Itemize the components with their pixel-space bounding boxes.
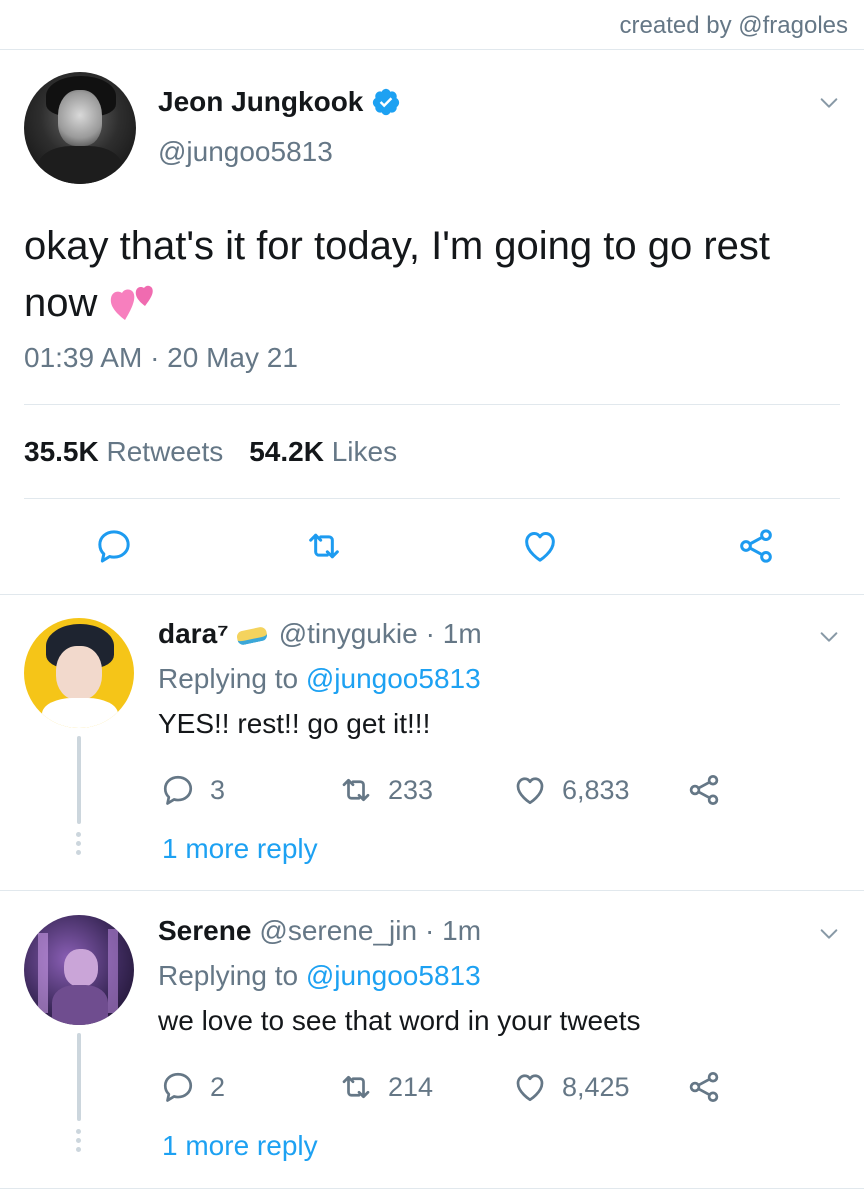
replying-to-link[interactable]: @jungoo5813: [306, 663, 481, 694]
reply-count: 3: [210, 774, 226, 805]
like-button[interactable]: [518, 524, 562, 568]
more-replies-link[interactable]: 1 more reply: [162, 833, 318, 865]
avatar[interactable]: [24, 915, 134, 1025]
heart-icon: [516, 1074, 544, 1102]
chevron-down-icon[interactable]: [818, 923, 840, 945]
verified-badge-icon: [373, 88, 400, 116]
reply-button[interactable]: [92, 524, 136, 568]
likes-count: 54.2K: [249, 436, 324, 467]
retweet-button[interactable]: [302, 524, 346, 568]
thread-line: [77, 736, 81, 824]
retweet-count: 214: [388, 1071, 434, 1102]
like-button[interactable]: 6,833: [512, 772, 630, 808]
retweet-button[interactable]: 214: [338, 1069, 433, 1105]
author-name[interactable]: Jeon Jungkook: [158, 86, 401, 118]
more-replies-link[interactable]: 1 more reply: [162, 1130, 318, 1162]
tweet-text: okay that's it for today, I'm going to g…: [24, 218, 824, 332]
avatar[interactable]: [24, 618, 134, 728]
like-count: 8,425: [562, 1071, 630, 1102]
divider: [0, 49, 864, 50]
replying-to: Replying to @jungoo5813: [158, 960, 481, 992]
reply-button[interactable]: 2: [160, 1069, 225, 1105]
thread-dots: [76, 1129, 82, 1152]
retweets-label: Retweets: [106, 436, 224, 467]
two-hearts-emoji-icon: [110, 285, 153, 320]
tweet-timestamp[interactable]: 01:39 AM · 20 May 21: [24, 342, 298, 374]
retweets-count: 35.5K: [24, 436, 99, 467]
reply-header: dara⁷ @tinygukie · 1m: [158, 618, 482, 650]
divider: [0, 1188, 864, 1189]
retweet-count: 233: [388, 774, 434, 805]
reply-time: · 1m: [425, 618, 482, 649]
reply-author-handle[interactable]: @tinygukie: [279, 618, 418, 650]
likes-label: Likes: [331, 436, 398, 467]
tweet-stats: 35.5K Retweets 54.2K Likes: [24, 436, 397, 468]
chevron-down-icon[interactable]: [818, 626, 840, 648]
likes-stat[interactable]: 54.2K Likes: [249, 436, 397, 468]
author-handle[interactable]: @jungoo5813: [158, 136, 333, 168]
divider: [24, 498, 840, 499]
avatar[interactable]: [24, 72, 136, 184]
share-button[interactable]: [734, 524, 778, 568]
sponge-emoji-icon: [235, 626, 268, 646]
divider: [0, 890, 864, 891]
reply-author-name[interactable]: Serene: [158, 915, 251, 947]
chevron-down-icon[interactable]: [818, 92, 840, 114]
retweet-icon: [309, 533, 339, 559]
author-name-text: Jeon Jungkook: [158, 86, 364, 117]
share-button[interactable]: [686, 1069, 722, 1105]
replying-to: Replying to @jungoo5813: [158, 663, 481, 695]
reply-header: Serene @serene_jin · 1m: [158, 915, 481, 947]
divider: [24, 404, 840, 405]
reply-icon: [163, 775, 193, 805]
reply-time: · 1m: [425, 915, 482, 946]
divider: [0, 594, 864, 595]
heart-icon: [525, 532, 555, 562]
reply-text: we love to see that word in your tweets: [158, 1005, 641, 1036]
thread-dots: [76, 832, 82, 855]
reply-text: YES!! rest!! go get it!!!: [158, 708, 431, 739]
retweet-icon: [342, 778, 370, 802]
like-button[interactable]: 8,425: [512, 1069, 630, 1105]
replying-prefix: Replying to: [158, 960, 299, 991]
reply-button[interactable]: 3: [160, 772, 225, 808]
reply-author-handle[interactable]: @serene_jin: [259, 915, 417, 947]
retweet-button[interactable]: 233: [338, 772, 433, 808]
credit-text: created by @fragoles: [619, 12, 848, 39]
reply-icon: [98, 530, 130, 563]
share-icon: [740, 529, 772, 563]
thread-line: [77, 1033, 81, 1121]
retweets-stat[interactable]: 35.5K Retweets: [24, 436, 223, 468]
reply-count: 2: [210, 1071, 226, 1102]
heart-icon: [516, 777, 544, 805]
like-count: 6,833: [562, 774, 630, 805]
reply-author-name[interactable]: dara⁷: [158, 618, 229, 650]
retweet-icon: [342, 1075, 370, 1099]
reply-tweet[interactable]: dara⁷ @tinygukie · 1m Replying to @jungo…: [0, 618, 864, 890]
replying-prefix: Replying to: [158, 663, 299, 694]
share-icon: [689, 775, 719, 805]
reply-icon: [163, 1072, 193, 1102]
share-button[interactable]: [686, 772, 722, 808]
share-icon: [689, 1072, 719, 1102]
reply-tweet[interactable]: Serene @serene_jin · 1m Replying to @jun…: [0, 915, 864, 1187]
replying-to-link[interactable]: @jungoo5813: [306, 960, 481, 991]
